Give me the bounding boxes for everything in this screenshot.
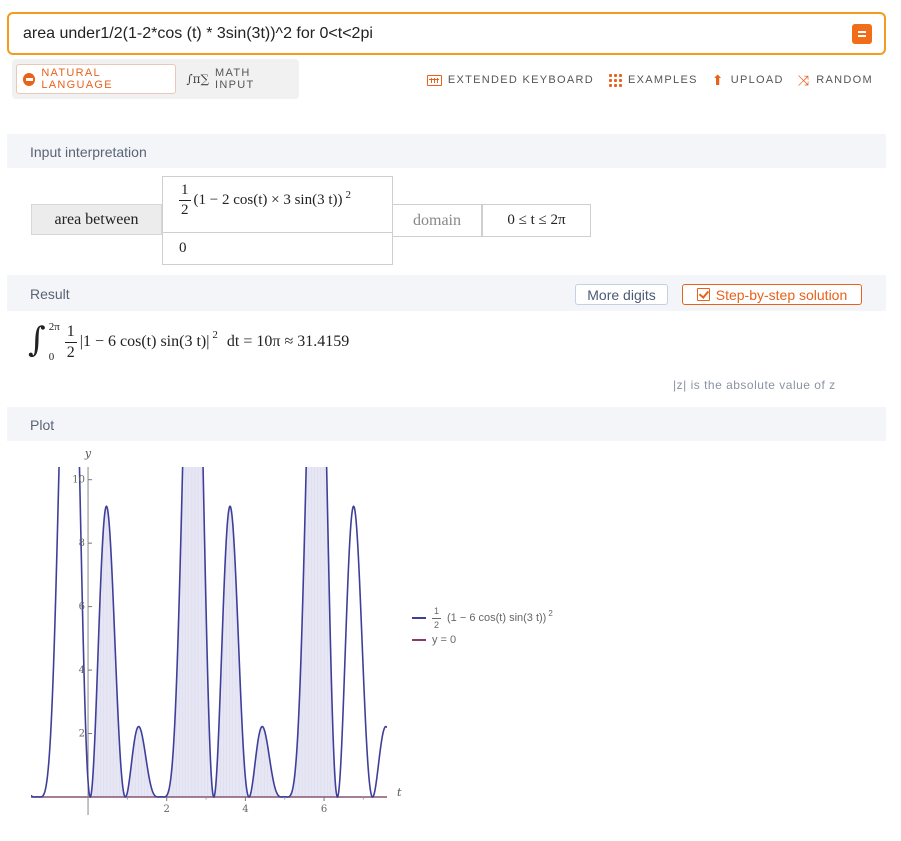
plot-chart: 2 4 6 2 4 6 8 10 t y [31,447,402,815]
step-by-step-label: Step-by-step solution [715,286,848,303]
f-fraction: 1 2 [179,183,191,218]
grid-dots-icon [608,73,623,87]
result-pod-title: Result [30,286,70,302]
interpretation-label: area between [31,204,162,235]
integral-limits: 2π 0 [49,321,60,363]
result-value: dt = 10π ≈ 31.4159 [226,333,350,350]
plot-pod-header: Plot [7,407,886,441]
legend-item-function: 12 (1 − 6 cos(t) sin(3 t)) 2 [412,605,553,630]
legend-swatch-zero [412,639,426,641]
more-digits-label: More digits [587,286,656,303]
plot-y-tick-label: 4 [79,665,85,676]
plot-x-tick-label: 6 [321,804,327,815]
math-input-label: MATH INPUT [215,67,255,91]
math-input-icon: ∫π∑ [186,72,210,86]
plot-legend: 12 (1 − 6 cos(t) sin(3 t)) 2 y = 0 [412,605,553,651]
integral-lower-limit: 0 [48,351,55,363]
input-pod-title: Input interpretation [30,144,147,160]
result-fraction-num: 1 [64,323,77,343]
random-label: RANDOM [816,74,873,86]
absolute-value-note: |z| is the absolute value of z [673,378,836,392]
plot-y-tick-label: 10 [72,475,85,486]
keyboard-icon [426,74,442,86]
legend-swatch-function [412,617,426,619]
plot-x-axis-label: t [397,786,402,799]
upload-label: UPLOAD [730,74,784,86]
domain-label: domain [393,204,482,237]
plot-x-tick-label: 2 [164,804,170,815]
plot-x-tick-label: 4 [242,804,248,815]
input-mode-toggle: NATURAL LANGUAGE ∫π∑ MATH INPUT [12,59,299,99]
f-exponent: 2 [345,188,351,201]
plot-series-function [31,467,387,798]
result-fraction-den: 2 [66,343,75,361]
result-expression: ∫ 2π 0 1 2 |1 − 6 cos(t) sin(3 t)| 2 dt =… [28,318,349,366]
f-fraction-num: 1 [179,183,191,201]
random-button[interactable]: ⤨ RANDOM [798,73,873,87]
search-bar[interactable]: area under1/2(1-2*cos (t) * 3sin(3t))^2 … [7,12,886,55]
extended-keyboard-label: EXTENDED KEYBOARD [447,74,595,86]
more-digits-button[interactable]: More digits [575,284,668,305]
plot-y-tick-label: 8 [79,538,85,549]
result-integrand: |1 − 6 cos(t) sin(3 t)| [79,333,210,350]
legend-item-zero: y = 0 [412,629,553,651]
integral-sign: ∫ [28,320,46,360]
extended-keyboard-button[interactable]: EXTENDED KEYBOARD [426,74,595,86]
search-input[interactable]: area under1/2(1-2*cos (t) * 3sin(3t))^2 … [9,25,852,43]
interpretation-function-g: 0 [162,232,393,265]
domain-label-text: domain [413,211,461,229]
natural-language-icon [23,72,36,86]
examples-label: EXAMPLES [628,74,698,86]
plot-y-axis-label: y [84,447,92,460]
legend-function-exponent: 2 [548,608,553,618]
interpretation-function-f: 1 2 (1 − 2 cos(t) × 3 sin(3 t)) 2 [162,176,393,233]
domain-value: 0 ≤ t ≤ 2π [482,204,591,237]
plot-y-tick-label: 6 [79,602,85,613]
math-input-button[interactable]: ∫π∑ MATH INPUT [180,64,295,94]
compute-button[interactable] [852,23,872,44]
legend-fraction: 12 [432,605,442,630]
shuffle-icon: ⤨ [797,72,811,88]
f-fraction-den: 2 [181,202,189,218]
legend-zero-label: y = 0 [432,634,457,646]
interpretation-label-text: area between [54,210,139,228]
domain-value-text: 0 ≤ t ≤ 2π [507,212,566,228]
upload-icon: ⬆ [711,72,725,88]
toolbar: EXTENDED KEYBOARD EXAMPLES ⬆ UPLOAD ⤨ RA… [426,73,873,87]
g-expression: 0 [179,240,187,256]
result-fraction: 1 2 [64,323,77,361]
plot-pod-title: Plot [30,417,55,433]
plot-y-tick-label: 2 [79,729,85,740]
result-integrand-exponent: 2 [212,329,218,341]
input-pod-header: Input interpretation [7,134,886,168]
legend-function-label: (1 − 6 cos(t) sin(3 t)) [447,612,547,624]
step-by-step-button[interactable]: Step-by-step solution [682,284,862,305]
examples-button[interactable]: EXAMPLES [608,73,698,87]
integral-upper-limit: 2π [48,321,60,333]
plot-fill-area [88,467,336,797]
f-expression: (1 − 2 cos(t) × 3 sin(3 t)) [193,192,343,208]
upload-button[interactable]: ⬆ UPLOAD [712,73,784,87]
natural-language-button[interactable]: NATURAL LANGUAGE [16,64,177,94]
natural-language-label: NATURAL LANGUAGE [41,67,113,91]
checkbox-icon [696,288,710,301]
